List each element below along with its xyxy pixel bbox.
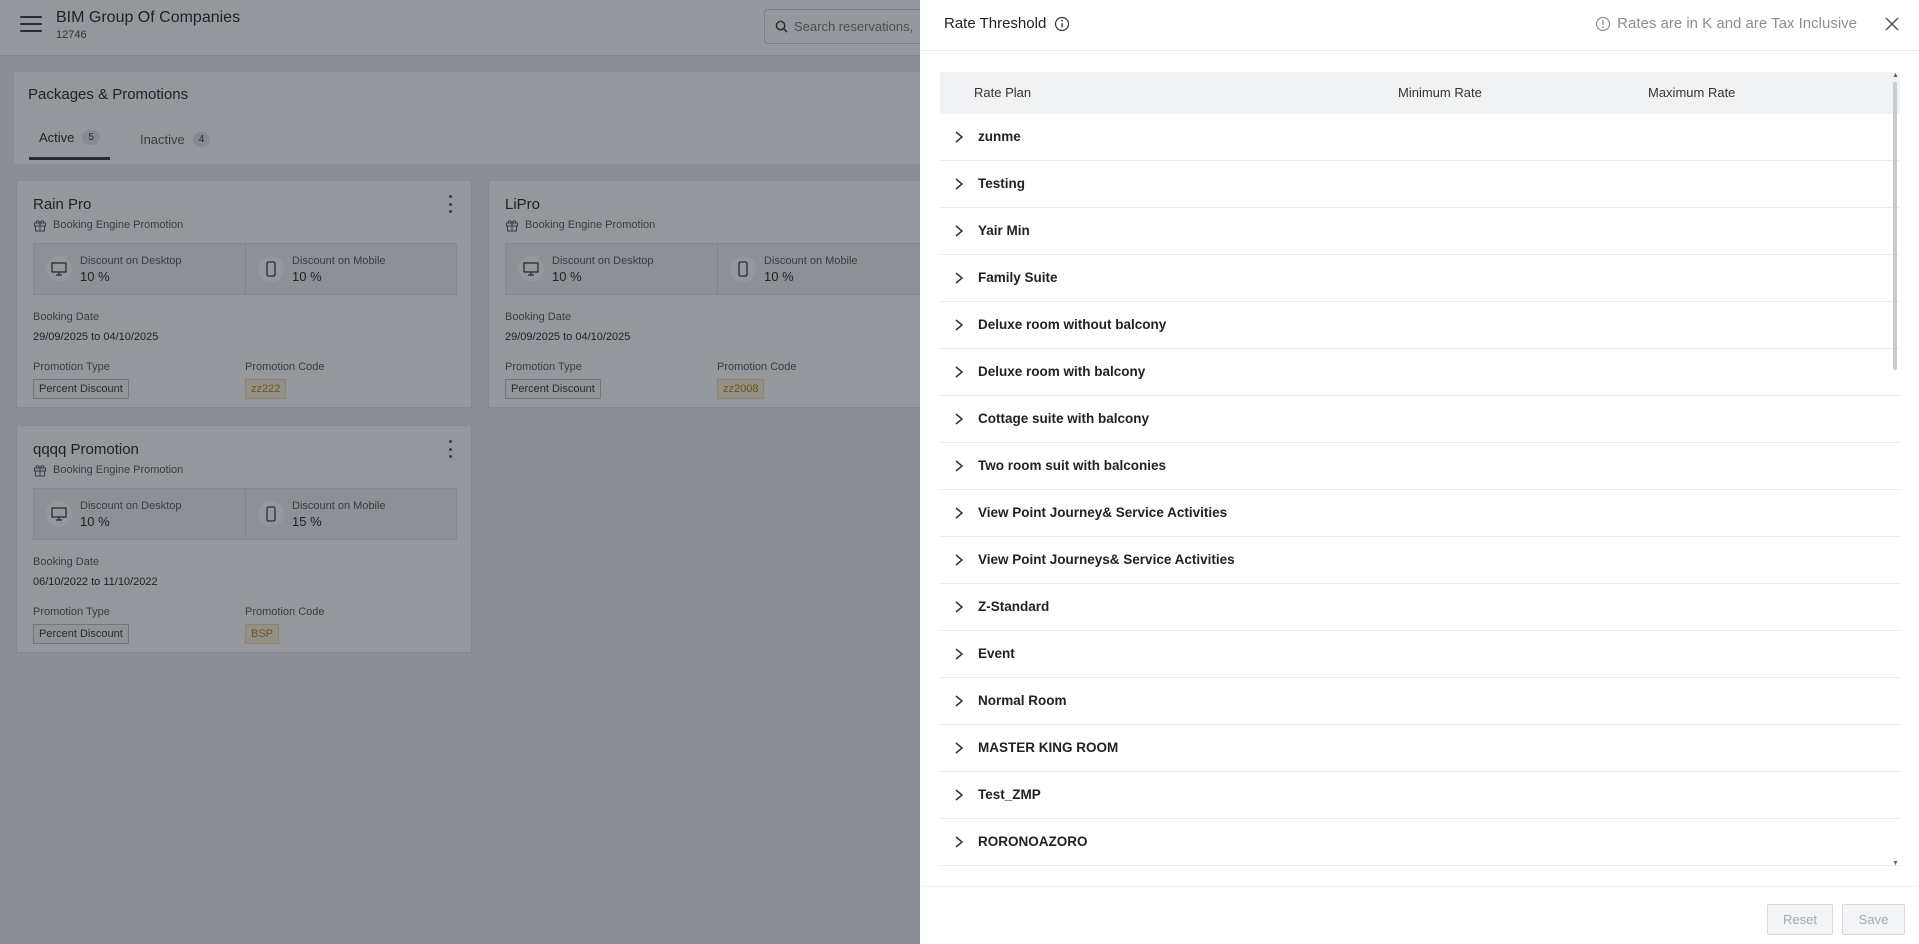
rate-threshold-drawer: Rate Threshold Rates are in K and are Ta… — [920, 0, 1919, 944]
rate-plan-row[interactable]: Normal Room — [940, 678, 1900, 725]
chevron-right-icon[interactable] — [954, 131, 964, 143]
drawer-footer: Reset Save — [920, 886, 1919, 944]
scroll-down-arrow-icon[interactable]: ▼ — [1892, 860, 1899, 867]
column-minimum-rate: Minimum Rate — [1398, 85, 1482, 100]
rate-plan-row[interactable]: Yair Min — [940, 208, 1900, 255]
chevron-right-icon[interactable] — [954, 225, 964, 237]
rate-plan-row[interactable]: RORONOAZORO — [940, 819, 1900, 866]
rate-plan-name: Yair Min — [978, 223, 1030, 238]
rate-plan-row[interactable]: Two room suit with balconies — [940, 443, 1900, 490]
rate-plan-row[interactable]: Family Suite — [940, 255, 1900, 302]
column-maximum-rate: Maximum Rate — [1648, 85, 1736, 100]
drawer-header: Rate Threshold Rates are in K and are Ta… — [920, 0, 1919, 51]
rate-plan-row[interactable]: Test_ZMP — [940, 772, 1900, 819]
rate-plan-row[interactable]: View Point Journeys& Service Activities — [940, 537, 1900, 584]
scroll-up-arrow-icon[interactable]: ▲ — [1892, 72, 1899, 79]
rate-plan-name: Family Suite — [978, 270, 1058, 285]
chevron-right-icon[interactable] — [954, 178, 964, 190]
table-header: Rate Plan Minimum Rate Maximum Rate — [940, 72, 1900, 114]
scroll-thumb[interactable] — [1893, 82, 1897, 370]
rate-plan-row[interactable]: Cottage suite with balcony — [940, 396, 1900, 443]
rate-plan-name: zunme — [978, 129, 1021, 144]
chevron-right-icon[interactable] — [954, 742, 964, 754]
rate-plan-row[interactable]: Testing — [940, 161, 1900, 208]
rate-plan-row[interactable]: Deluxe room with balcony — [940, 349, 1900, 396]
rate-plan-row[interactable]: View Point Journey& Service Activities — [940, 490, 1900, 537]
rate-plan-name: RORONOAZORO — [978, 834, 1088, 849]
reset-button[interactable]: Reset — [1767, 904, 1833, 935]
table-scrollbar[interactable]: ▲ ▼ — [1891, 72, 1899, 867]
rate-plan-name: Deluxe room without balcony — [978, 317, 1167, 332]
drawer-title-text: Rate Threshold — [944, 15, 1047, 32]
rate-plan-name: Normal Room — [978, 693, 1067, 708]
close-icon[interactable] — [1883, 15, 1901, 33]
rate-plan-row[interactable]: Z-Standard — [940, 584, 1900, 631]
info-icon[interactable] — [1054, 16, 1070, 32]
chevron-right-icon[interactable] — [954, 413, 964, 425]
save-button[interactable]: Save — [1842, 904, 1905, 935]
chevron-right-icon[interactable] — [954, 507, 964, 519]
chevron-right-icon[interactable] — [954, 554, 964, 566]
drawer-title: Rate Threshold — [944, 15, 1070, 32]
table-body: zunme Testing Yair Min Family Suite Deluxe r… — [940, 114, 1900, 866]
rate-plan-row[interactable]: Deluxe room without balcony — [940, 302, 1900, 349]
rate-plan-table: Rate Plan Minimum Rate Maximum Rate zunm… — [940, 72, 1909, 867]
rate-plan-name: Z-Standard — [978, 599, 1050, 614]
chevron-right-icon[interactable] — [954, 601, 964, 613]
rate-plan-row[interactable]: Event — [940, 631, 1900, 678]
rate-plan-name: Event — [978, 646, 1015, 661]
chevron-right-icon[interactable] — [954, 695, 964, 707]
rate-plan-name: Two room suit with balconies — [978, 458, 1167, 473]
chevron-right-icon[interactable] — [954, 272, 964, 284]
chevron-right-icon[interactable] — [954, 789, 964, 801]
tax-note-text: Rates are in K and are Tax Inclusive — [1617, 15, 1857, 32]
chevron-right-icon[interactable] — [954, 648, 964, 660]
chevron-right-icon[interactable] — [954, 366, 964, 378]
rate-plan-name: Deluxe room with balcony — [978, 364, 1146, 379]
column-rate-plan: Rate Plan — [974, 85, 1032, 100]
rate-plan-name: View Point Journey& Service Activities — [978, 505, 1228, 520]
rate-plan-row[interactable]: zunme — [940, 114, 1900, 161]
chevron-right-icon[interactable] — [954, 836, 964, 848]
chevron-right-icon[interactable] — [954, 319, 964, 331]
rate-plan-name: Cottage suite with balcony — [978, 411, 1150, 426]
chevron-right-icon[interactable] — [954, 460, 964, 472]
rate-plan-name: MASTER KING ROOM — [978, 740, 1119, 755]
rate-plan-row[interactable]: MASTER KING ROOM — [940, 725, 1900, 772]
tax-note: Rates are in K and are Tax Inclusive — [1595, 15, 1857, 32]
rate-plan-name: Testing — [978, 176, 1025, 191]
rate-plan-name: View Point Journeys& Service Activities — [978, 552, 1235, 567]
info-icon — [1596, 16, 1611, 31]
rate-plan-name: Test_ZMP — [978, 787, 1041, 802]
